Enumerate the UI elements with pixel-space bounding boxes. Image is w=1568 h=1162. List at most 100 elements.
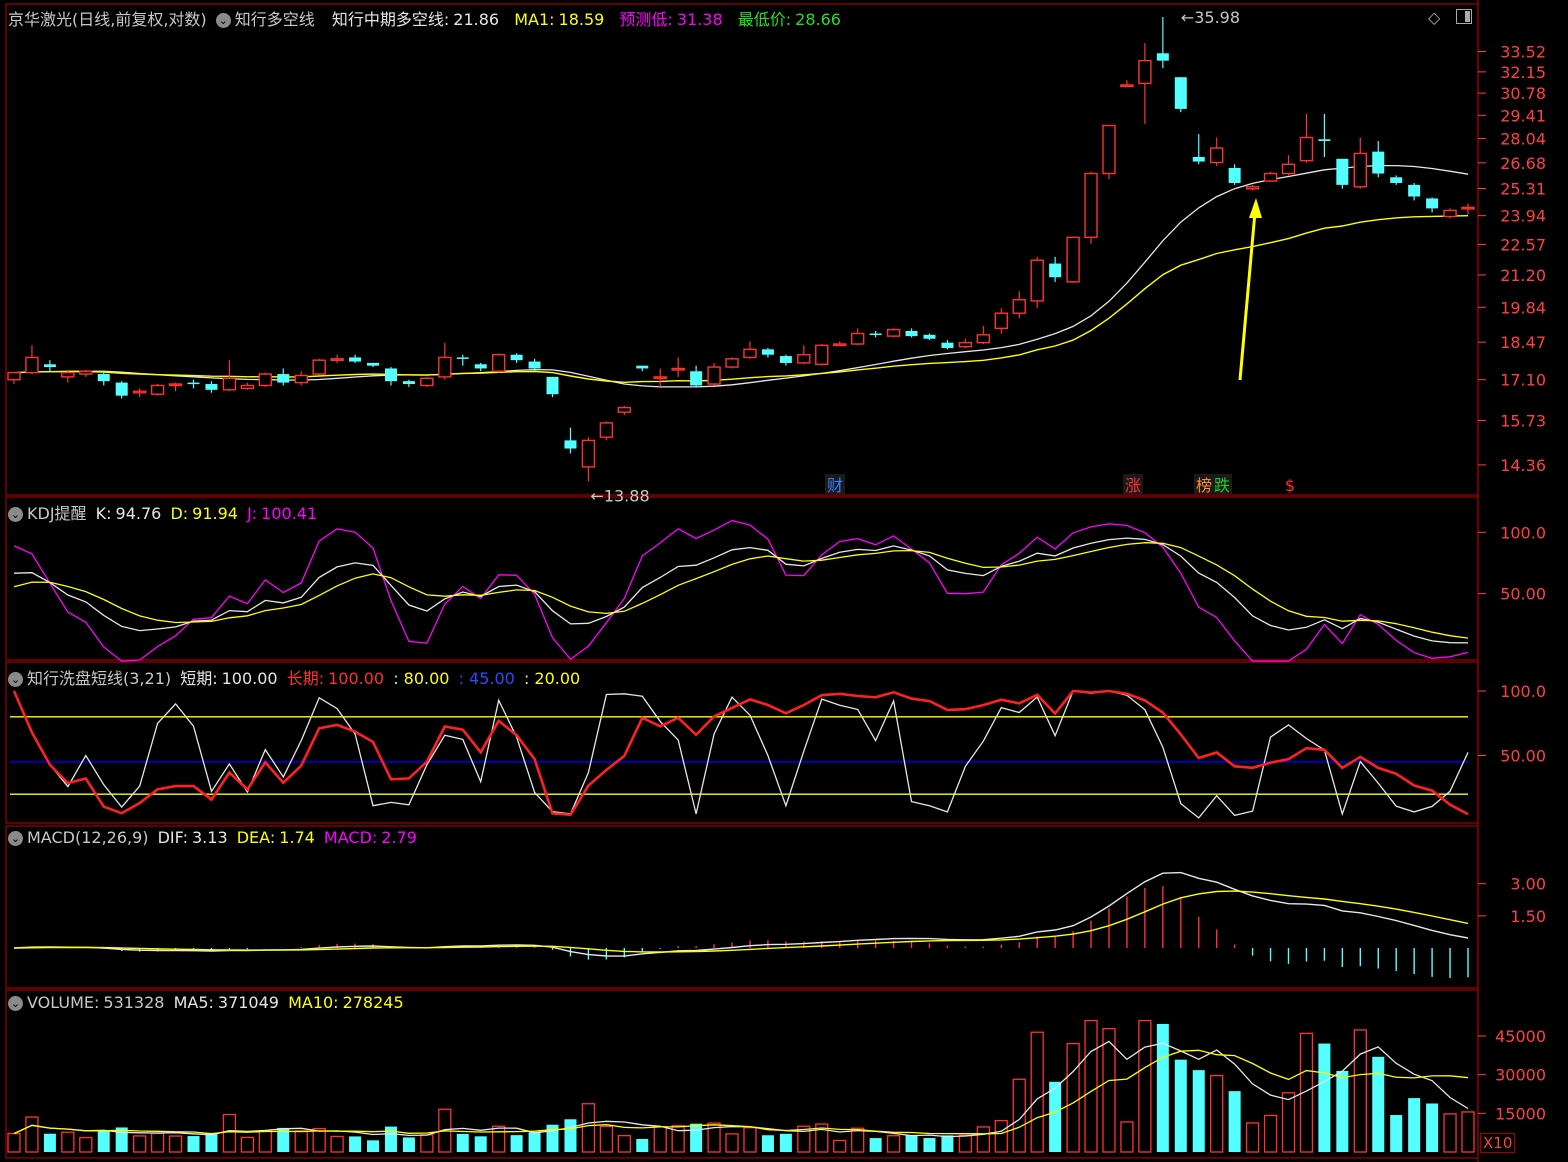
- collapse-icon[interactable]: ⌄: [215, 13, 231, 28]
- candle: [61, 371, 75, 378]
- high-mark: ←35.98: [1181, 8, 1240, 27]
- candle: [240, 384, 255, 390]
- price-axis-label: 32.15: [1500, 63, 1546, 82]
- candle: [976, 334, 991, 344]
- volume-bar: [725, 1133, 739, 1153]
- wash-panel[interactable]: [10, 689, 1469, 819]
- volume-ma5-value: 371049: [217, 993, 279, 1012]
- volume-bar: [312, 1127, 326, 1153]
- stock-title[interactable]: 京华激光(日线,前复权,对数): [8, 10, 207, 29]
- candle: [958, 341, 973, 348]
- candle: [1353, 152, 1367, 188]
- candle: [1372, 151, 1385, 174]
- volume-bar: [1443, 1113, 1457, 1153]
- volume-bar: [7, 1132, 21, 1153]
- candle: [349, 357, 362, 362]
- collapse-icon[interactable]: ⌄: [8, 996, 23, 1011]
- wash-level-20: : 20.00: [523, 669, 581, 688]
- kdj-panel[interactable]: [13, 519, 1469, 662]
- indicator-name[interactable]: 知行多空线: [235, 10, 315, 29]
- volume-bar: [43, 1133, 56, 1152]
- price-panel[interactable]: ←35.98 ←13.88 财 涨 榜跌 $: [7, 8, 1475, 505]
- macd-header: ⌄ MACD(12,26,9) DIF: 3.13 DEA: 1.74 MACD: 2.…: [8, 828, 421, 847]
- volume-bar: [886, 1135, 901, 1153]
- candle: [636, 365, 649, 369]
- collapse-icon[interactable]: ⌄: [8, 831, 23, 846]
- volume-bar: [420, 1134, 434, 1153]
- candle: [833, 343, 847, 347]
- wash-name[interactable]: 知行洗盘短线(3,21): [27, 669, 171, 688]
- volume-ma10-label: MA10:: [288, 993, 339, 1012]
- volume-bar: [636, 1138, 649, 1152]
- candle: [420, 377, 434, 387]
- volume-bar: [97, 1130, 110, 1152]
- macd-dif-line: [13, 871, 1469, 957]
- volume-bar: [294, 1130, 308, 1153]
- kdj-j-label: J:: [247, 504, 258, 523]
- wash-short-value: 100.00: [221, 669, 278, 688]
- candle: [850, 332, 865, 345]
- volume-bar: [1210, 1074, 1224, 1153]
- candle: [941, 342, 954, 348]
- kdj-name[interactable]: KDJ提醒: [27, 504, 87, 523]
- candle: [456, 357, 469, 359]
- macd-dea-line: [13, 890, 1469, 953]
- candle: [1443, 209, 1457, 218]
- volume-bar: [330, 1135, 344, 1153]
- kdj-k-line: [13, 537, 1469, 644]
- candle: [815, 344, 829, 365]
- candle: [653, 376, 667, 380]
- volume-ma5-label: MA5:: [173, 993, 214, 1012]
- kdj-k-value: 94.76: [115, 504, 162, 523]
- volume-bar: [1192, 1070, 1205, 1152]
- candle: [528, 361, 541, 369]
- volume-bar: [1353, 1029, 1367, 1153]
- price-axis-label: 33.52: [1500, 43, 1546, 62]
- main-line-value: 21.86: [453, 10, 500, 29]
- wash-short-line: [13, 690, 1469, 819]
- candle: [1049, 263, 1062, 278]
- volume-bar: [1372, 1056, 1385, 1152]
- wash-long-value: 100.00: [328, 669, 385, 688]
- main-line-label: 知行中期多空线:: [331, 10, 450, 29]
- macd-dea-value: 1.74: [279, 828, 315, 847]
- kdj-j-value: 100.41: [261, 504, 318, 523]
- macd-macd-value: 2.79: [381, 828, 417, 847]
- wash-level-80: : 80.00: [393, 669, 450, 688]
- volume-axis-label: 15000: [1495, 1104, 1546, 1123]
- candle: [258, 373, 273, 387]
- macd-name[interactable]: MACD(12,26,9): [27, 828, 149, 847]
- price-axis-label: 25.31: [1500, 180, 1546, 199]
- stock-chart[interactable]: ←35.98 ←13.88 财 涨 榜跌 $ 33.5232.15 30.78 29.41 28…: [0, 0, 1568, 1162]
- volume-bar: [958, 1134, 973, 1153]
- volume-bar: [1030, 1031, 1044, 1153]
- macd-panel[interactable]: [13, 871, 1469, 978]
- volume-bar: [367, 1140, 380, 1152]
- volume-bar: [1138, 1019, 1152, 1153]
- candle: [1245, 186, 1260, 190]
- volume-bar: [905, 1135, 918, 1152]
- volume-name[interactable]: VOLUME:: [27, 993, 99, 1012]
- volume-bar: [1263, 1114, 1278, 1153]
- volume-bar: [1426, 1103, 1439, 1152]
- volume-bar: [25, 1116, 39, 1153]
- panel-toggle-icon[interactable]: [1456, 9, 1472, 24]
- collapse-icon[interactable]: ⌄: [8, 507, 23, 522]
- macd-dea-label: DEA:: [236, 828, 276, 847]
- macd-axis-label: 3.00: [1510, 875, 1546, 894]
- candle: [546, 376, 559, 395]
- candle: [1066, 236, 1080, 283]
- volume-bar: [1084, 1019, 1098, 1153]
- kdj-d-line: [13, 542, 1469, 639]
- kdj-j-line: [13, 519, 1469, 662]
- volume-bar: [833, 1139, 847, 1153]
- volume-bar: [492, 1125, 506, 1153]
- kdj-k-label: K:: [95, 504, 112, 523]
- collapse-icon[interactable]: ⌄: [8, 672, 23, 687]
- candle: [79, 370, 93, 375]
- candle: [1390, 177, 1403, 183]
- diamond-icon[interactable]: ◇: [1428, 8, 1440, 27]
- volume-bar: [851, 1127, 865, 1153]
- candle: [1209, 147, 1224, 164]
- volume-panel[interactable]: [7, 1019, 1475, 1153]
